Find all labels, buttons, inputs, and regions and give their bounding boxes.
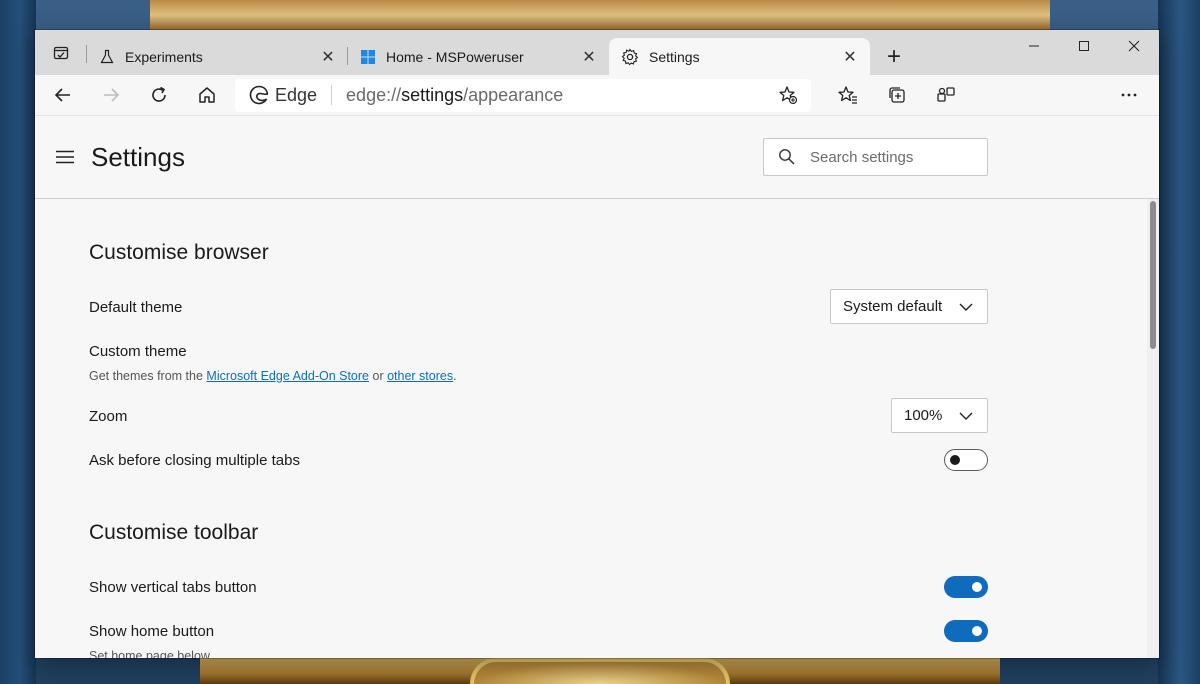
zoom-value: 100%	[904, 407, 943, 424]
vertical-tabs-toggle[interactable]	[944, 576, 988, 598]
tab-mspoweruser[interactable]: Home - MSPoweruser ✕	[348, 38, 609, 75]
home-button-description: Set home page below	[89, 649, 210, 658]
toggle-knob	[972, 626, 982, 636]
edge-logo-icon	[249, 85, 269, 105]
maximize-button[interactable]	[1059, 30, 1109, 62]
flask-icon	[100, 49, 114, 63]
collections-button[interactable]	[877, 78, 917, 112]
wallpaper-ornament	[470, 658, 730, 684]
url-text[interactable]: edge://settings/appearance	[346, 85, 775, 106]
favorites-button[interactable]	[828, 78, 868, 112]
url-scheme: edge://	[346, 84, 402, 105]
back-button[interactable]	[43, 78, 83, 112]
star-add-icon	[779, 86, 798, 105]
home-button-label: Show home button	[89, 623, 215, 640]
custom-theme-desc-mid: or	[369, 369, 388, 383]
toolbar-right-group	[819, 78, 966, 112]
custom-theme-label: Custom theme	[89, 343, 187, 360]
tab-experiments[interactable]: Experiments ✕	[87, 38, 348, 75]
arrow-left-icon	[54, 88, 70, 102]
tab-close-button[interactable]: ✕	[318, 47, 338, 67]
default-theme-label: Default theme	[89, 299, 183, 316]
more-options-button[interactable]	[1109, 78, 1149, 112]
maximize-icon	[1079, 41, 1089, 51]
arrow-right-icon	[104, 88, 120, 102]
chevron-down-icon	[959, 303, 973, 311]
extensions-button[interactable]	[926, 78, 966, 112]
default-theme-value: System default	[843, 298, 943, 315]
search-icon	[779, 149, 795, 165]
more-dots-icon	[1121, 93, 1137, 97]
toggle-knob	[950, 455, 960, 465]
site-name: Edge	[275, 84, 318, 105]
favorites-icon	[838, 86, 857, 104]
tab-title: Experiments	[125, 48, 203, 65]
tab-close-button[interactable]: ✕	[840, 47, 860, 67]
content-scrollbar[interactable]	[1147, 199, 1159, 658]
refresh-icon	[152, 86, 166, 102]
addon-store-link[interactable]: Microsoft Edge Add-On Store	[206, 369, 369, 383]
chevron-down-icon	[959, 412, 973, 420]
site-identity[interactable]: Edge	[249, 85, 317, 106]
close-window-button[interactable]	[1109, 30, 1159, 62]
tab-title: Home - MSPoweruser	[386, 48, 524, 65]
menu-button[interactable]	[53, 145, 77, 169]
ask-before-closing-toggle[interactable]	[944, 449, 988, 471]
minimize-icon	[1029, 45, 1039, 47]
extensions-icon	[937, 87, 955, 102]
gear-icon	[621, 48, 639, 65]
address-divider	[331, 85, 333, 105]
refresh-button[interactable]	[139, 78, 179, 112]
hamburger-icon	[56, 150, 74, 164]
home-button-toggle[interactable]	[944, 620, 988, 642]
tab-close-button[interactable]: ✕	[579, 47, 599, 67]
zoom-dropdown[interactable]: 100%	[891, 398, 988, 433]
other-stores-link[interactable]: other stores	[387, 369, 453, 383]
search-settings-input[interactable]	[810, 148, 970, 166]
collections-icon	[889, 87, 905, 103]
tab-strip: Experiments ✕ Home - MSPoweruser ✕ Setti…	[35, 30, 1159, 75]
window-controls	[1009, 30, 1159, 62]
custom-theme-description: Get themes from the Microsoft Edge Add-O…	[89, 369, 457, 383]
section-heading-customise-toolbar: Customise toolbar	[89, 521, 259, 544]
settings-content: Customise browser Default theme System d…	[35, 199, 1159, 658]
settings-header: Settings	[35, 116, 1159, 199]
browser-window: Experiments ✕ Home - MSPoweruser ✕ Setti…	[35, 30, 1159, 658]
new-tab-button[interactable]: +	[876, 38, 912, 75]
tab-settings[interactable]: Settings ✕	[609, 38, 870, 75]
wallpaper-frame-top	[150, 0, 1050, 30]
tab-title: Settings	[649, 48, 700, 65]
tab-actions-button[interactable]	[35, 30, 87, 75]
page-title: Settings	[91, 141, 185, 172]
close-icon	[1128, 40, 1140, 52]
tab-actions-icon	[53, 46, 69, 59]
forward-button[interactable]	[91, 78, 131, 112]
home-icon	[199, 87, 215, 103]
toggle-knob	[972, 582, 982, 592]
ask-before-closing-label: Ask before closing multiple tabs	[89, 452, 300, 469]
scrollbar-thumb[interactable]	[1150, 201, 1156, 349]
vertical-tabs-label: Show vertical tabs button	[89, 579, 257, 596]
zoom-label: Zoom	[89, 408, 128, 425]
section-heading-customise-browser: Customise browser	[89, 241, 269, 264]
url-host: settings	[401, 84, 464, 105]
address-bar[interactable]: Edge edge://settings/appearance	[235, 78, 811, 112]
default-theme-dropdown[interactable]: System default	[830, 289, 988, 324]
url-path: /appearance	[463, 84, 564, 105]
add-favorite-button[interactable]	[775, 82, 801, 108]
minimize-button[interactable]	[1009, 30, 1059, 62]
navigation-toolbar: Edge edge://settings/appearance	[35, 75, 1159, 116]
custom-theme-desc-suffix: .	[453, 369, 457, 383]
custom-theme-desc-prefix: Get themes from the	[89, 369, 207, 383]
windows-logo-icon	[361, 49, 375, 64]
search-settings-box[interactable]	[763, 138, 988, 176]
home-button[interactable]	[187, 78, 227, 112]
